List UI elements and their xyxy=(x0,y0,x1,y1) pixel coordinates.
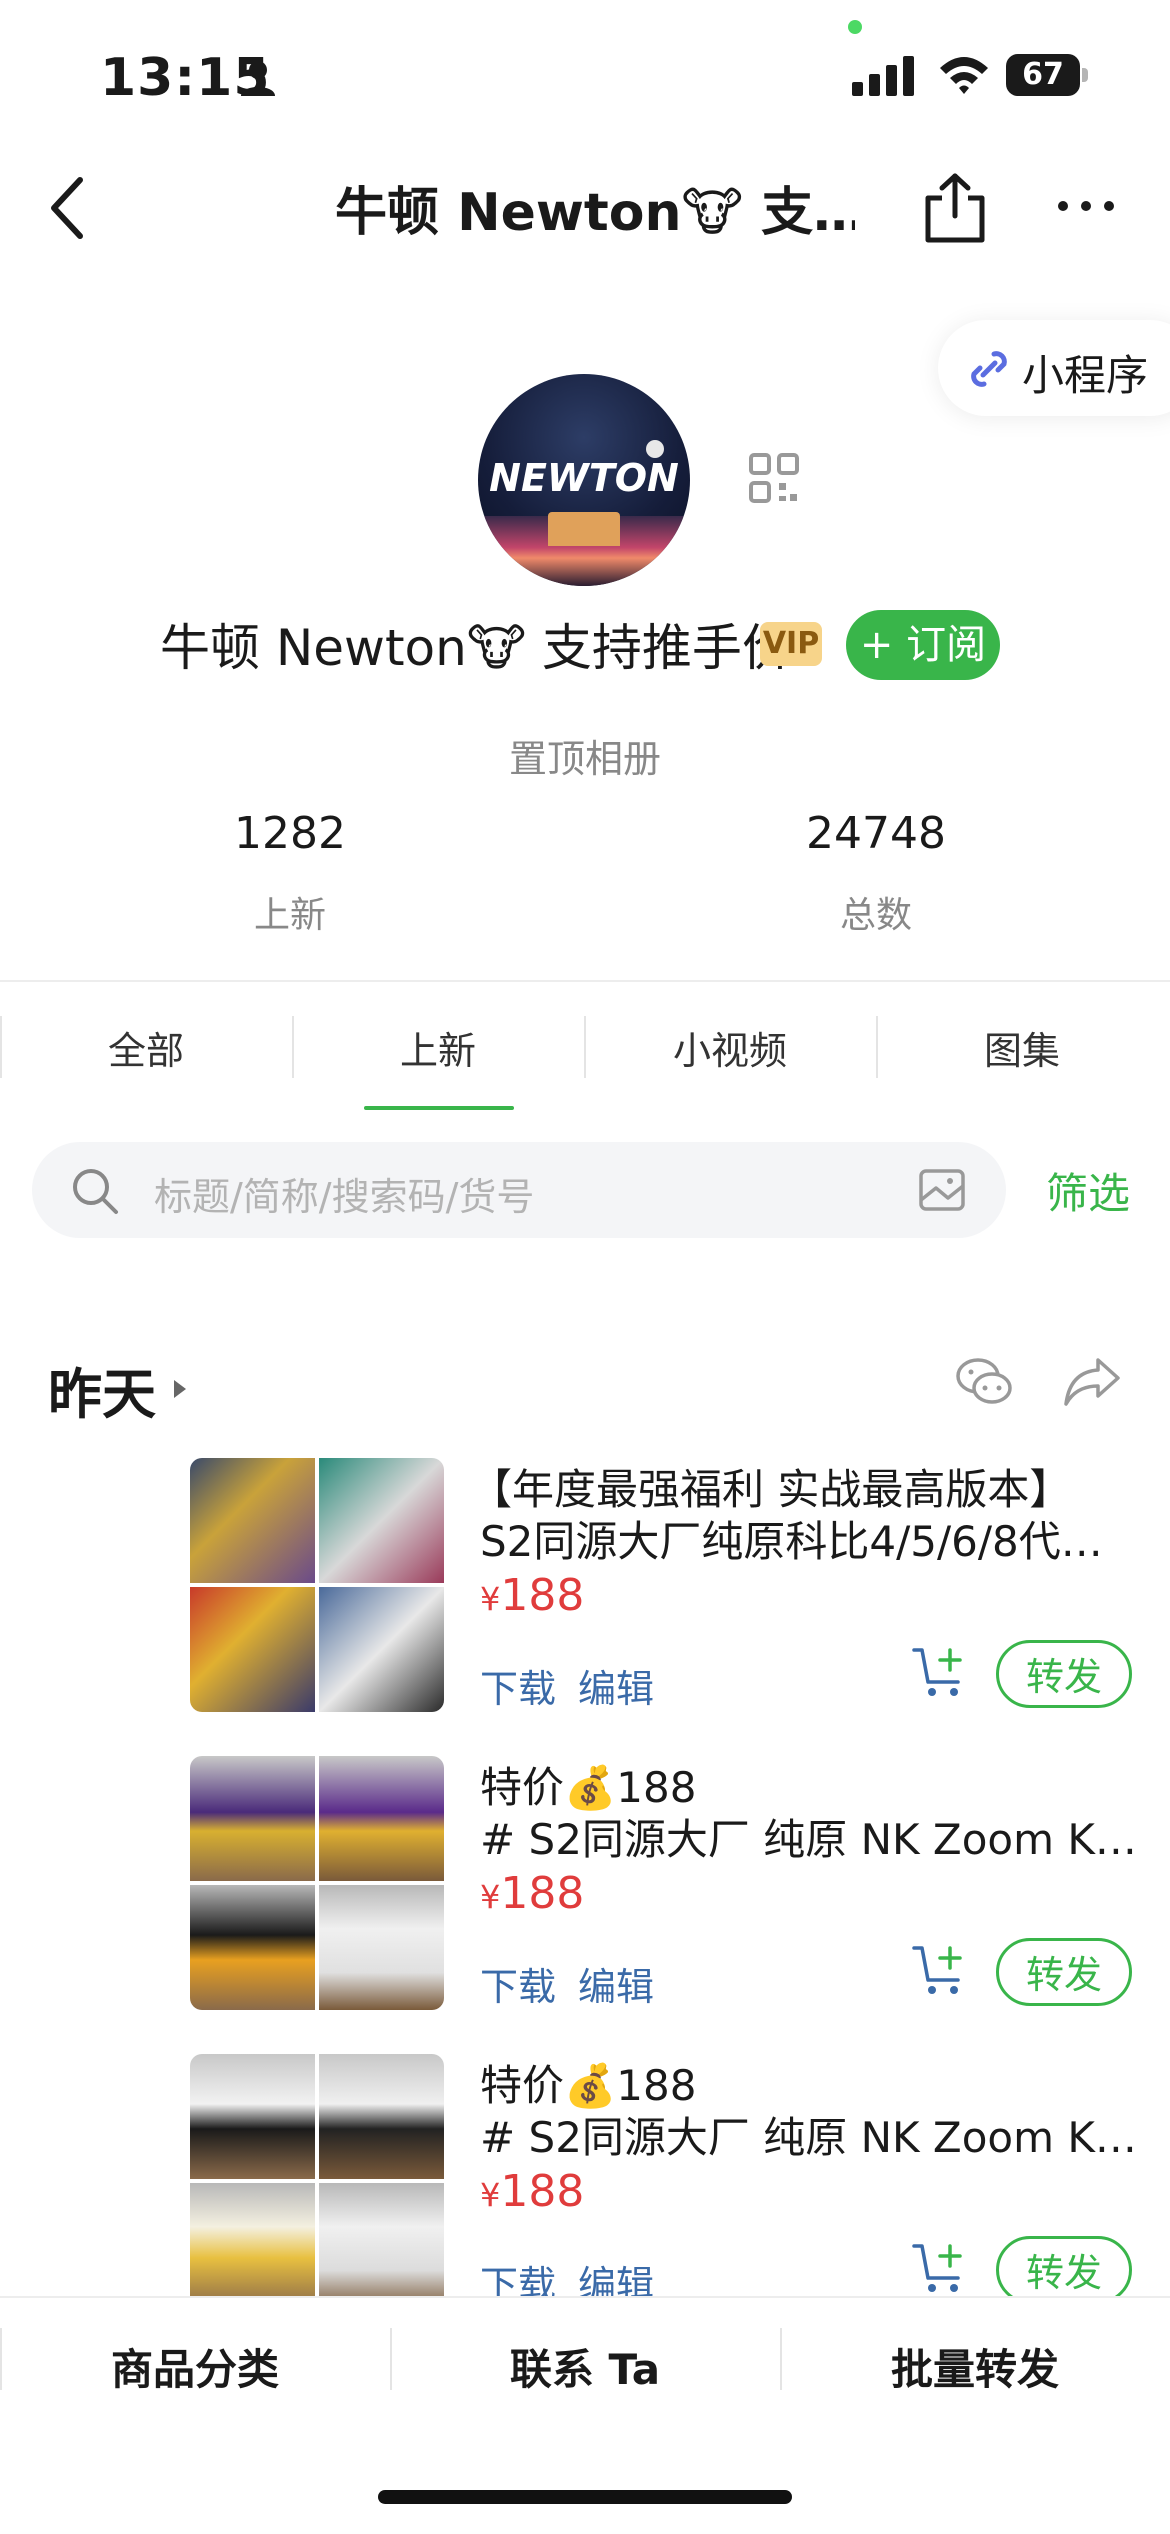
home-indicator[interactable] xyxy=(378,2490,792,2504)
add-to-cart-icon[interactable] xyxy=(912,2240,968,2296)
product-price: ¥188 xyxy=(480,1868,585,1919)
mini-program-button[interactable]: 小程序 xyxy=(938,320,1170,416)
chat-icon[interactable] xyxy=(954,1356,1014,1408)
stat-new-value[interactable]: 1282 xyxy=(140,808,440,859)
product-price: ¥188 xyxy=(480,1570,585,1621)
vip-badge: VIP xyxy=(760,622,822,666)
avatar[interactable]: NEWTON xyxy=(478,374,690,586)
active-tab-indicator xyxy=(364,1106,514,1110)
stat-new-label: 上新 xyxy=(253,895,326,936)
product-thumbnail[interactable] xyxy=(190,1458,444,1712)
tab-all[interactable]: 全部 xyxy=(0,1020,292,1075)
subscribe-button[interactable]: + 订阅 xyxy=(846,610,1000,680)
forward-button[interactable]: 转发 xyxy=(996,2236,1132,2304)
product-thumbnail[interactable] xyxy=(190,1756,444,2010)
product-title-line2[interactable]: # S2同源大厂 纯原 NK Zoom K… xyxy=(480,2104,1140,2165)
tab-videos[interactable]: 小视频 xyxy=(584,1020,876,1075)
product-price: ¥188 xyxy=(480,2166,585,2217)
pinned-album-link[interactable]: 置顶相册 xyxy=(0,728,1170,783)
image-search-icon[interactable] xyxy=(918,1166,966,1214)
product-category-button[interactable]: 商品分类 xyxy=(0,2336,390,2397)
product-title-line2[interactable]: S2同源大厂纯原科比4/5/6/8代… xyxy=(480,1508,1140,1569)
stat-total-label: 总数 xyxy=(839,895,912,936)
battery-indicator: 67 xyxy=(1006,54,1088,96)
link-icon xyxy=(971,351,1007,387)
wifi-icon xyxy=(940,57,988,94)
download-link[interactable]: 下载 xyxy=(480,1956,556,2011)
search-placeholder: 标题/简称/搜索码/货号 xyxy=(154,1175,535,1219)
tab-gallery[interactable]: 图集 xyxy=(876,1020,1168,1075)
qr-code-icon[interactable] xyxy=(748,452,800,504)
add-to-cart-icon[interactable] xyxy=(912,1644,968,1700)
mini-program-label: 小程序 xyxy=(1022,351,1149,400)
forward-icon[interactable] xyxy=(1062,1356,1122,1408)
product-thumbnail[interactable] xyxy=(190,2054,444,2308)
page-title: 牛顿 Newton🐮 支… xyxy=(335,183,855,243)
edit-link[interactable]: 编辑 xyxy=(578,1956,654,2011)
forward-button[interactable]: 转发 xyxy=(996,1640,1132,1708)
avatar-logo-text: NEWTON xyxy=(489,456,679,500)
product-title-line2[interactable]: # S2同源大厂 纯原 NK Zoom K… xyxy=(480,1806,1140,1867)
download-link[interactable]: 下载 xyxy=(480,1658,556,1713)
person-icon xyxy=(241,61,275,96)
filter-button[interactable]: 筛选 xyxy=(1046,1160,1130,1221)
stat-total-value[interactable]: 24748 xyxy=(726,808,1026,859)
back-icon[interactable] xyxy=(40,168,100,248)
battery-level: 67 xyxy=(1022,57,1064,92)
signal-icon xyxy=(852,56,914,96)
camera-indicator-icon xyxy=(848,20,862,34)
more-icon[interactable] xyxy=(1055,196,1117,216)
section-title[interactable]: 昨天 xyxy=(48,1350,156,1429)
tab-new[interactable]: 上新 xyxy=(292,1020,584,1075)
share-icon[interactable] xyxy=(920,170,990,244)
forward-button[interactable]: 转发 xyxy=(996,1938,1132,2006)
add-to-cart-icon[interactable] xyxy=(912,1942,968,1998)
search-icon xyxy=(73,1169,118,1214)
contact-button[interactable]: 联系 Ta xyxy=(390,2336,780,2397)
chevron-right-icon[interactable] xyxy=(172,1378,188,1400)
edit-link[interactable]: 编辑 xyxy=(578,1658,654,1713)
section-divider xyxy=(0,980,1170,982)
search-bar[interactable]: 标题/简称/搜索码/货号 xyxy=(32,1142,1006,1238)
batch-forward-button[interactable]: 批量转发 xyxy=(780,2336,1170,2397)
shop-name: 牛顿 Newton🐮 支持推手价 xyxy=(160,619,792,677)
